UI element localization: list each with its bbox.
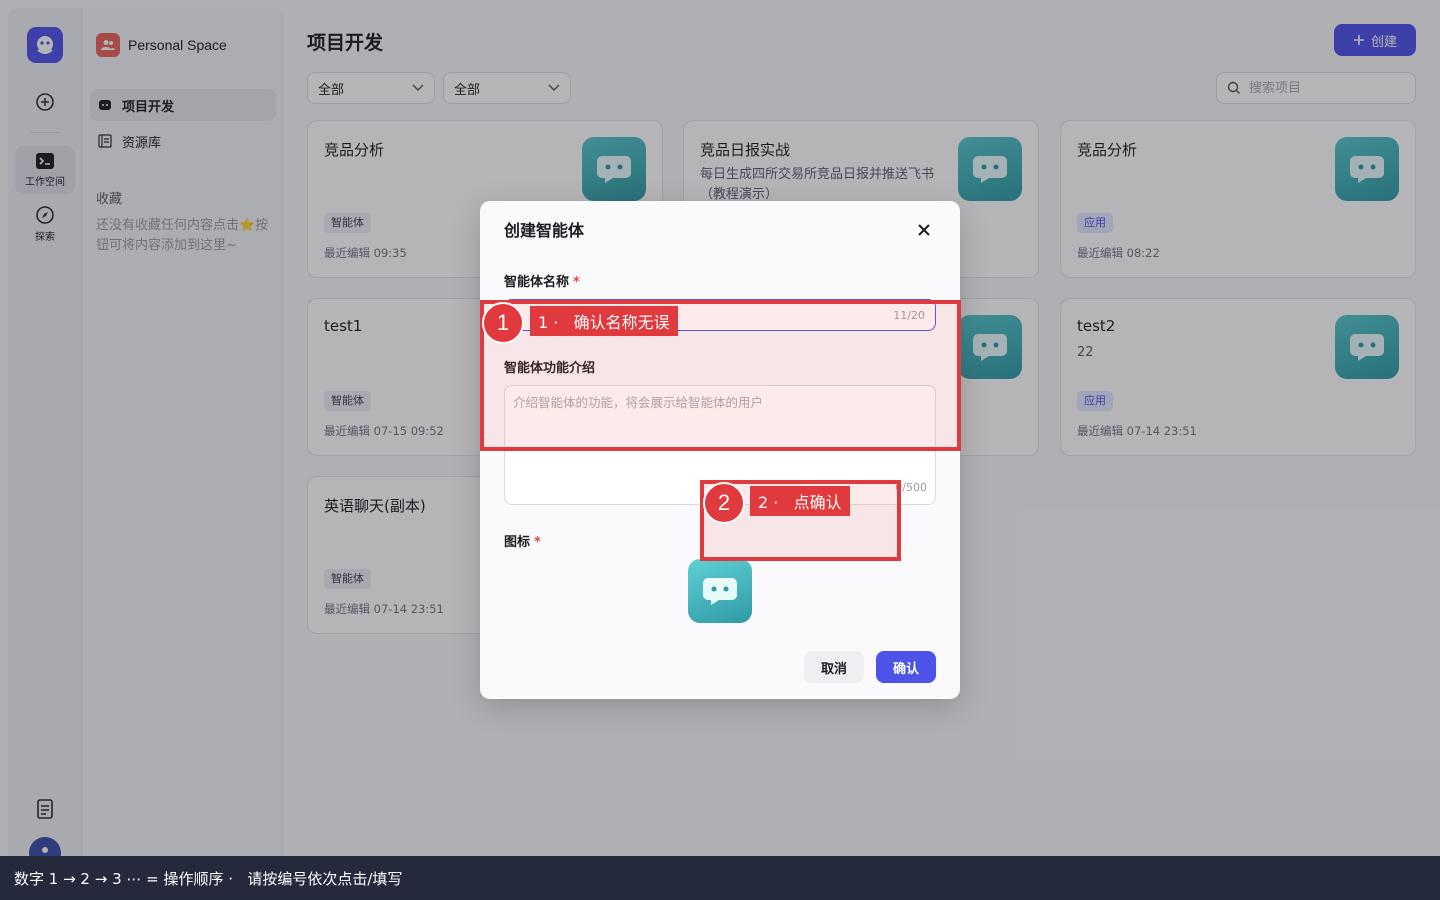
close-icon[interactable] [914,220,934,240]
dialog-title: 创建智能体 [504,221,585,240]
cancel-button[interactable]: 取消 [804,651,864,683]
annotation-label-2: 2 · 点确认 [750,486,850,516]
annotation-label-1: 1 · 确认名称无误 [530,306,678,336]
agent-icon-picker[interactable] [688,559,752,623]
confirm-button[interactable]: 确认 [876,651,936,683]
annotation-number-1: 1 [482,302,524,344]
annotation-number-2: 2 [703,482,745,524]
instruction-bar: 数字 1 → 2 → 3 ⋯ = 操作顺序 · 请按编号依次点击/填写 [0,856,1440,900]
chat-bot-icon [703,578,737,605]
name-label: 智能体名称 * [504,275,580,290]
icon-label: 图标 * [504,535,541,550]
